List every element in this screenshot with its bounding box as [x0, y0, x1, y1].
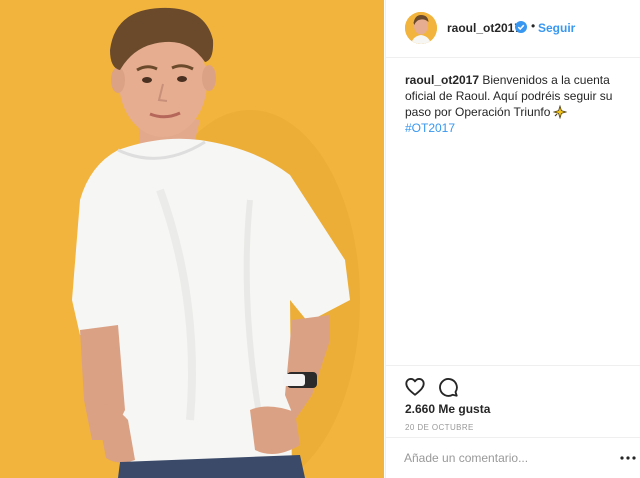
more-dots-icon[interactable] — [620, 455, 636, 461]
heart-icon[interactable] — [404, 376, 426, 398]
post-caption: raoul_ot2017 Bienvenidos a la cuenta ofi… — [405, 72, 633, 136]
avatar-image — [405, 12, 437, 44]
comment-bar — [386, 437, 640, 478]
like-count[interactable]: 2.660 Me gusta — [405, 402, 490, 416]
comment-bubble-icon[interactable] — [437, 376, 459, 398]
avatar[interactable] — [405, 12, 437, 44]
comment-input[interactable] — [404, 448, 604, 468]
hashtag-link[interactable]: #OT2017 — [405, 120, 633, 136]
post-actions — [386, 365, 640, 405]
post-photo[interactable] — [0, 0, 384, 478]
post-header: raoul_ot2017 • Seguir — [386, 0, 640, 58]
header-username-link[interactable]: raoul_ot2017 — [447, 21, 521, 35]
post-details-panel: raoul_ot2017 • Seguir raoul_ot2017 Bienv… — [385, 0, 640, 478]
separator-dot: • — [531, 19, 536, 33]
sparkle-star-icon — [553, 105, 568, 119]
caption-username-link[interactable]: raoul_ot2017 — [405, 73, 479, 87]
post-date[interactable]: 20 DE OCTUBRE — [405, 423, 474, 432]
follow-button[interactable]: Seguir — [538, 21, 575, 35]
verified-badge-icon — [515, 21, 527, 33]
person-photo-image — [0, 0, 384, 478]
